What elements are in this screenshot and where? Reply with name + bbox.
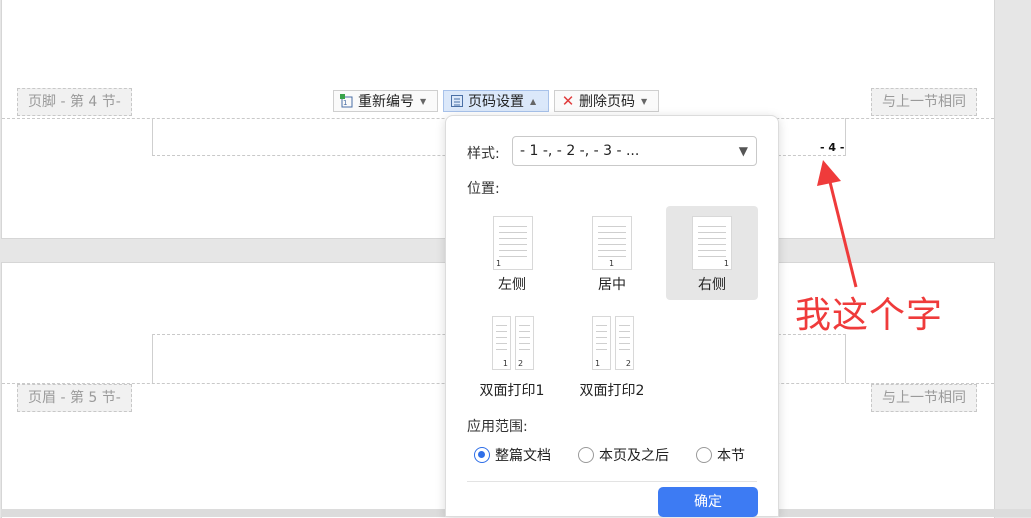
annotation-text: 我这个字 — [795, 295, 944, 336]
annotation-arrow — [817, 160, 858, 288]
